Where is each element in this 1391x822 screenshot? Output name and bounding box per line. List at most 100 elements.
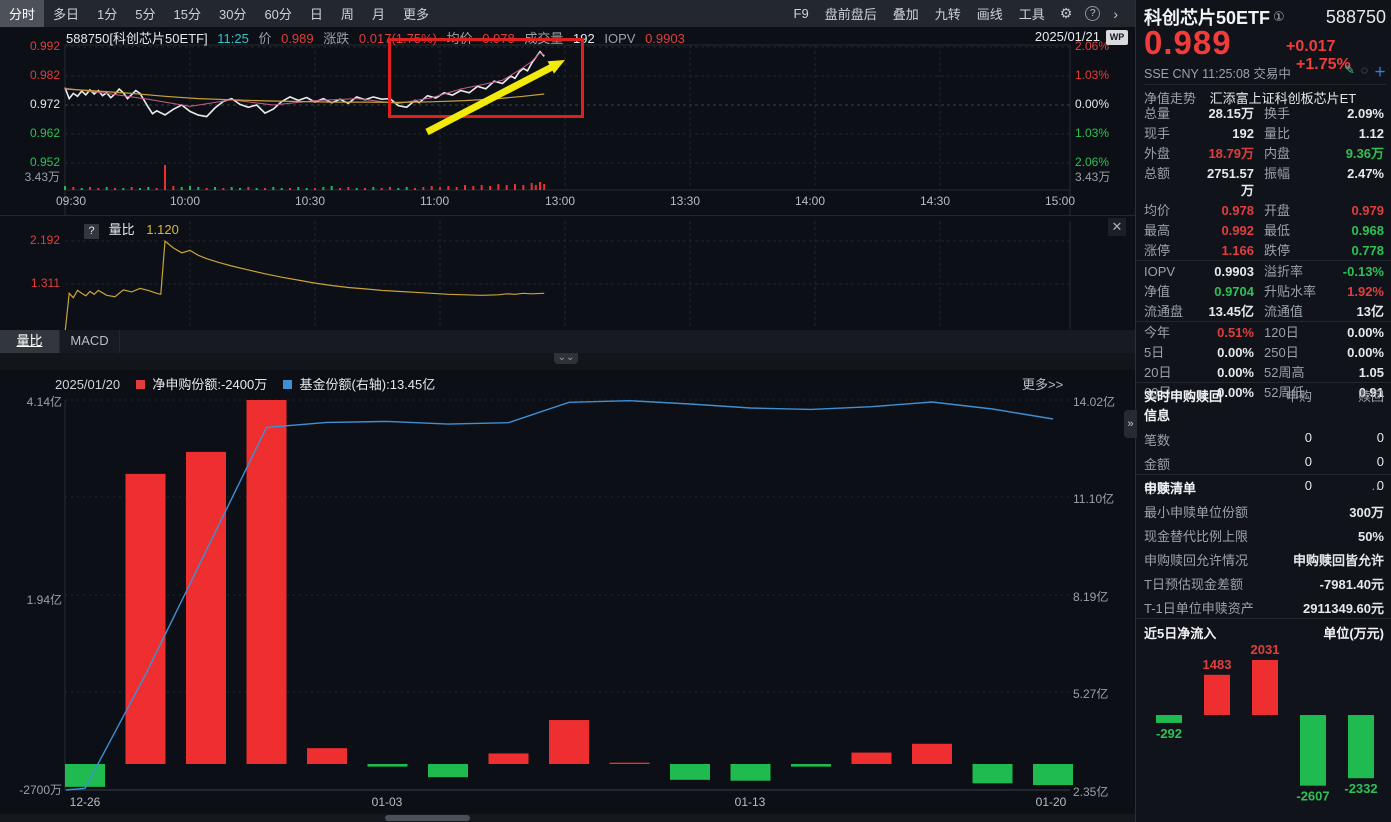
stat-row-3: 总额2751.57万振幅2.47% xyxy=(1136,163,1391,200)
fundflow-left-label: -2700万 xyxy=(4,781,62,798)
time-axis-label: 09:30 xyxy=(56,194,100,208)
time-axis-label: 14:30 xyxy=(920,194,964,208)
gear-icon[interactable]: ⚙ xyxy=(1053,3,1080,24)
stat-label: 换手 xyxy=(1264,105,1336,122)
stat-label: 量比 xyxy=(1264,125,1336,142)
more-link[interactable]: 更多>> xyxy=(1022,374,1063,393)
wp-badge[interactable]: WP xyxy=(1106,30,1128,45)
liangbi-axis-label: 2.192 xyxy=(14,233,60,247)
list-row-4: T-1日单位申赎资产 2911349.60元 xyxy=(1136,596,1391,620)
net-inflow-chart[interactable]: -29214832031-2607-2332 xyxy=(1136,645,1391,815)
scrollbar-thumb[interactable] xyxy=(385,815,470,821)
stat-value: 1.166 xyxy=(1206,242,1254,259)
realtime-row-1: 金额00 xyxy=(1136,451,1391,475)
chevron-right-icon[interactable]: › xyxy=(1106,4,1125,24)
intraday-header: 588750[科创芯片50ETF] 11:25 价 0.989 涨跌 0.017… xyxy=(66,28,691,47)
toolbar-tab-3[interactable]: 5分 xyxy=(126,0,164,27)
liangbi-legend: ? 量比 1.120 xyxy=(84,219,179,239)
close-icon[interactable]: ✕ xyxy=(1108,218,1126,236)
sidepanel-expander[interactable]: » xyxy=(1124,410,1137,438)
toolbar-tab-9[interactable]: 月 xyxy=(363,0,394,27)
net-inflow-unit: 单位(万元) xyxy=(1323,623,1384,642)
stat-label: 总量 xyxy=(1144,105,1206,122)
net-inflow-section: 近5日净流入 单位(万元) xyxy=(1136,618,1391,642)
list-value: -7981.40元 xyxy=(1320,576,1384,593)
toolbar-tab-1[interactable]: 多日 xyxy=(44,0,88,27)
percent-axis-label: 3.43万 xyxy=(1075,168,1127,185)
legend-square-red xyxy=(136,380,145,389)
stat-row-11: 5日0.00%250日0.00% xyxy=(1136,342,1391,362)
stat-value: 0.9903 xyxy=(1206,263,1254,280)
toolbar-tab-0[interactable]: 分时 xyxy=(0,0,44,27)
stat-value: 9.36万 xyxy=(1336,145,1384,162)
net-inflow-title: 近5日净流入 xyxy=(1144,623,1216,642)
help-icon[interactable]: ? xyxy=(84,224,99,239)
time-axis-label: 11:00 xyxy=(420,194,464,208)
pencil-icon[interactable]: ✎ xyxy=(1345,63,1355,77)
indicator-tab-MACD[interactable]: MACD xyxy=(60,330,120,353)
stat-value: 0.968 xyxy=(1336,222,1384,239)
toolbar-item-4[interactable]: 画线 xyxy=(969,0,1011,27)
add-icon[interactable]: ＋ xyxy=(1374,63,1386,80)
info-icon[interactable]: ① xyxy=(1273,9,1326,25)
col-subscribe: 申购 xyxy=(1224,386,1312,424)
horizontal-scrollbar[interactable] xyxy=(0,814,1135,822)
toolbar-tab-6[interactable]: 60分 xyxy=(255,0,300,27)
toolbar-tab-7[interactable]: 日 xyxy=(301,0,332,27)
stat-label: 20日 xyxy=(1144,364,1206,381)
toolbar-tab-5[interactable]: 30分 xyxy=(210,0,255,27)
toolbar-tab-2[interactable]: 1分 xyxy=(88,0,126,27)
stat-value: 28.15万 xyxy=(1206,105,1254,122)
net-inflow-value: 2031 xyxy=(1251,645,1280,657)
price-axis-label: 0.992 xyxy=(14,39,60,53)
price-axis-label: 0.952 xyxy=(14,155,60,169)
list-label: 最小申赎单位份额 xyxy=(1144,504,1248,521)
toolbar-tab-4[interactable]: 15分 xyxy=(165,0,210,27)
toolbar-tab-10[interactable]: 更多 xyxy=(394,0,438,27)
last-price: 0.989 xyxy=(1144,24,1232,62)
time-value: 11:25 xyxy=(217,31,249,46)
indicator-tab-量比[interactable]: 量比 xyxy=(0,330,60,353)
help-icon[interactable]: ? xyxy=(1085,6,1100,21)
list-label: T日预估现金差额 xyxy=(1144,576,1243,593)
stat-label: 开盘 xyxy=(1264,202,1336,219)
market-status: SSE CNY 11:25:08 交易中 xyxy=(1144,67,1291,81)
list-row-0: 最小申赎单位份额 300万 xyxy=(1136,500,1391,524)
legend-square-blue xyxy=(283,380,292,389)
quote-stats: 总量28.15万换手2.09%现手192量比1.12外盘18.79万内盘9.36… xyxy=(1136,103,1391,402)
toolbar-item-2[interactable]: 叠加 xyxy=(885,0,927,27)
list-value: 2911349.60元 xyxy=(1303,600,1384,617)
fundflow-date-label: 01-20 xyxy=(1027,795,1075,809)
stat-value: 0.51% xyxy=(1206,324,1254,341)
time-axis-label: 10:30 xyxy=(295,194,339,208)
list-row-2: 申购赎回允许情况申购赎回皆允许 xyxy=(1136,548,1391,572)
list-label: T-1日单位申赎资产 xyxy=(1144,600,1254,617)
stat-row-2: 外盘18.79万内盘9.36万 xyxy=(1136,143,1391,163)
percent-axis-label: 1.03% xyxy=(1075,68,1127,82)
fundflow-chart[interactable] xyxy=(0,370,1135,814)
stat-row-4: 均价0.978开盘0.979 xyxy=(1136,200,1391,220)
toolbar-item-1[interactable]: 盘前盘后 xyxy=(817,0,885,27)
list-more[interactable]: … xyxy=(1371,478,1384,497)
toolbar-item-0[interactable]: F9 xyxy=(786,2,817,25)
stat-label: 跌停 xyxy=(1264,242,1336,259)
alert-icon[interactable]: ◌ xyxy=(1361,63,1368,77)
list-value: 申购赎回皆允许 xyxy=(1293,552,1384,569)
time-axis-label: 13:30 xyxy=(670,194,714,208)
subscription-list-section: 申赎清单 … 最小申赎单位份额300万现金替代比例上限50%申购赎回允许情况申购… xyxy=(1136,474,1391,620)
liangbi-value: 1.120 xyxy=(146,222,179,237)
toolbar-item-5[interactable]: 工具 xyxy=(1011,0,1053,27)
stat-label: 今年 xyxy=(1144,324,1206,341)
stat-row-12: 20日0.00%52周高1.05 xyxy=(1136,362,1391,382)
toolbar-item-3[interactable]: 九转 xyxy=(927,0,969,27)
toolbar-right: F9盘前盘后叠加九转画线工具⚙? › xyxy=(786,0,1135,27)
stat-row-10: 今年0.51%120日0.00% xyxy=(1136,321,1391,342)
price-axis-label: 3.43万 xyxy=(14,168,60,185)
annotation-box xyxy=(388,38,584,118)
list-value: 300万 xyxy=(1349,504,1384,521)
list-title: 申赎清单 xyxy=(1144,478,1196,497)
fundflow-date: 2025/01/20 xyxy=(55,377,120,392)
toolbar-tab-8[interactable]: 周 xyxy=(332,0,363,27)
collapse-handle[interactable]: ⌄⌄ xyxy=(554,353,578,364)
stat-label: 流通盘 xyxy=(1144,303,1206,320)
